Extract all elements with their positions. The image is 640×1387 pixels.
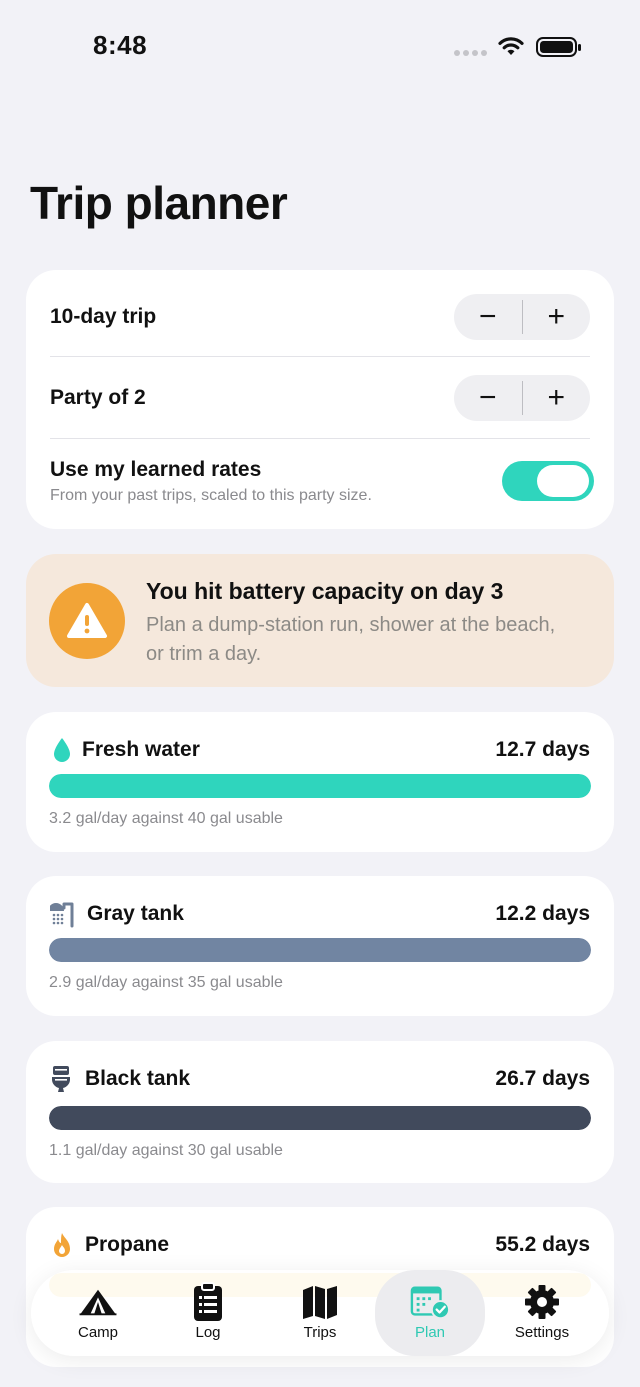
- resource-bar-fill: [49, 938, 591, 962]
- gray-tank-card[interactable]: Gray tank 12.2 days 2.9 gal/day against …: [26, 876, 614, 1016]
- trip-length-decrement-button[interactable]: −: [454, 294, 522, 340]
- row-divider: [50, 356, 590, 357]
- map-icon: [300, 1283, 340, 1321]
- black-tank-card[interactable]: Black tank 26.7 days 1.1 gal/day against…: [26, 1041, 614, 1183]
- flame-icon: [54, 1233, 70, 1257]
- resource-detail: 1.1 gal/day against 30 gal usable: [49, 1142, 283, 1159]
- learned-rates-description: From your past trips, scaled to this par…: [50, 487, 372, 504]
- resource-bar: [49, 938, 591, 962]
- tab-camp[interactable]: Camp: [43, 1270, 153, 1356]
- resource-name: Fresh water: [82, 738, 200, 761]
- tab-plan[interactable]: Plan: [375, 1270, 485, 1356]
- resource-days: 55.2 days: [495, 1233, 590, 1256]
- water-drop-icon: [54, 738, 70, 762]
- resource-bar: [49, 1106, 591, 1130]
- status-time: 8:48: [93, 30, 148, 60]
- clipboard-icon: [188, 1282, 228, 1321]
- tab-label: Log: [195, 1324, 221, 1341]
- trip-settings-card: 10-day trip − + Party of 2 − + Use my le…: [26, 270, 614, 529]
- party-size-increment-button[interactable]: +: [523, 375, 591, 421]
- tent-icon: [78, 1283, 118, 1321]
- trip-length-row: 10-day trip − +: [50, 294, 590, 340]
- tab-log[interactable]: Log: [153, 1270, 263, 1356]
- trip-length-label: 10-day trip: [50, 305, 157, 328]
- battery-alert-card: You hit battery capacity on day 3 Plan a…: [26, 554, 614, 687]
- trip-length-stepper: − +: [454, 294, 590, 340]
- resource-detail: 3.2 gal/day against 40 gal usable: [49, 810, 283, 827]
- resource-name: Gray tank: [87, 902, 184, 925]
- learned-rates-label: Use my learned rates: [50, 458, 262, 481]
- party-size-row: Party of 2 − +: [50, 375, 590, 421]
- toggle-knob: [537, 465, 589, 497]
- warning-triangle-icon: [49, 583, 125, 659]
- tab-settings[interactable]: Settings: [487, 1270, 597, 1356]
- tab-label: Plan: [414, 1324, 446, 1341]
- toilet-icon: [52, 1066, 70, 1092]
- shower-icon: [50, 902, 74, 928]
- resource-bar-fill: [49, 1106, 591, 1130]
- tab-label: Settings: [514, 1324, 570, 1341]
- fresh-water-card[interactable]: Fresh water 12.7 days 3.2 gal/day agains…: [26, 712, 614, 852]
- alert-title: You hit battery capacity on day 3: [146, 578, 504, 604]
- resource-days: 12.2 days: [495, 902, 590, 925]
- learned-rates-toggle[interactable]: [502, 461, 594, 501]
- tab-bar: Camp Log Trips Plan Settings: [31, 1270, 609, 1356]
- party-size-decrement-button[interactable]: −: [454, 375, 522, 421]
- resource-detail: 2.9 gal/day against 35 gal usable: [49, 974, 283, 991]
- resource-name: Propane: [85, 1233, 170, 1256]
- cellular-signal-icon: [454, 50, 487, 56]
- tab-label: Trips: [303, 1324, 337, 1341]
- tab-label: Camp: [77, 1324, 118, 1341]
- status-bar: 8:48: [0, 0, 640, 94]
- trip-length-increment-button[interactable]: +: [523, 294, 591, 340]
- wifi-icon: [498, 37, 524, 55]
- resource-bar: [49, 774, 591, 798]
- page-title: Trip planner: [30, 177, 288, 229]
- battery-icon: [536, 37, 581, 57]
- resource-days: 12.7 days: [495, 738, 590, 761]
- learned-rates-row: Use my learned rates From your past trip…: [50, 458, 594, 508]
- resource-name: Black tank: [85, 1067, 191, 1090]
- gear-icon: [522, 1283, 562, 1321]
- alert-body: Plan a dump-station run, shower at the b…: [146, 614, 556, 665]
- party-size-stepper: − +: [454, 375, 590, 421]
- calendar-check-icon: [410, 1283, 450, 1321]
- tab-trips[interactable]: Trips: [265, 1270, 375, 1356]
- resource-bar-fill: [49, 774, 591, 798]
- row-divider: [50, 438, 590, 439]
- party-size-label: Party of 2: [50, 386, 146, 409]
- resource-days: 26.7 days: [495, 1067, 590, 1090]
